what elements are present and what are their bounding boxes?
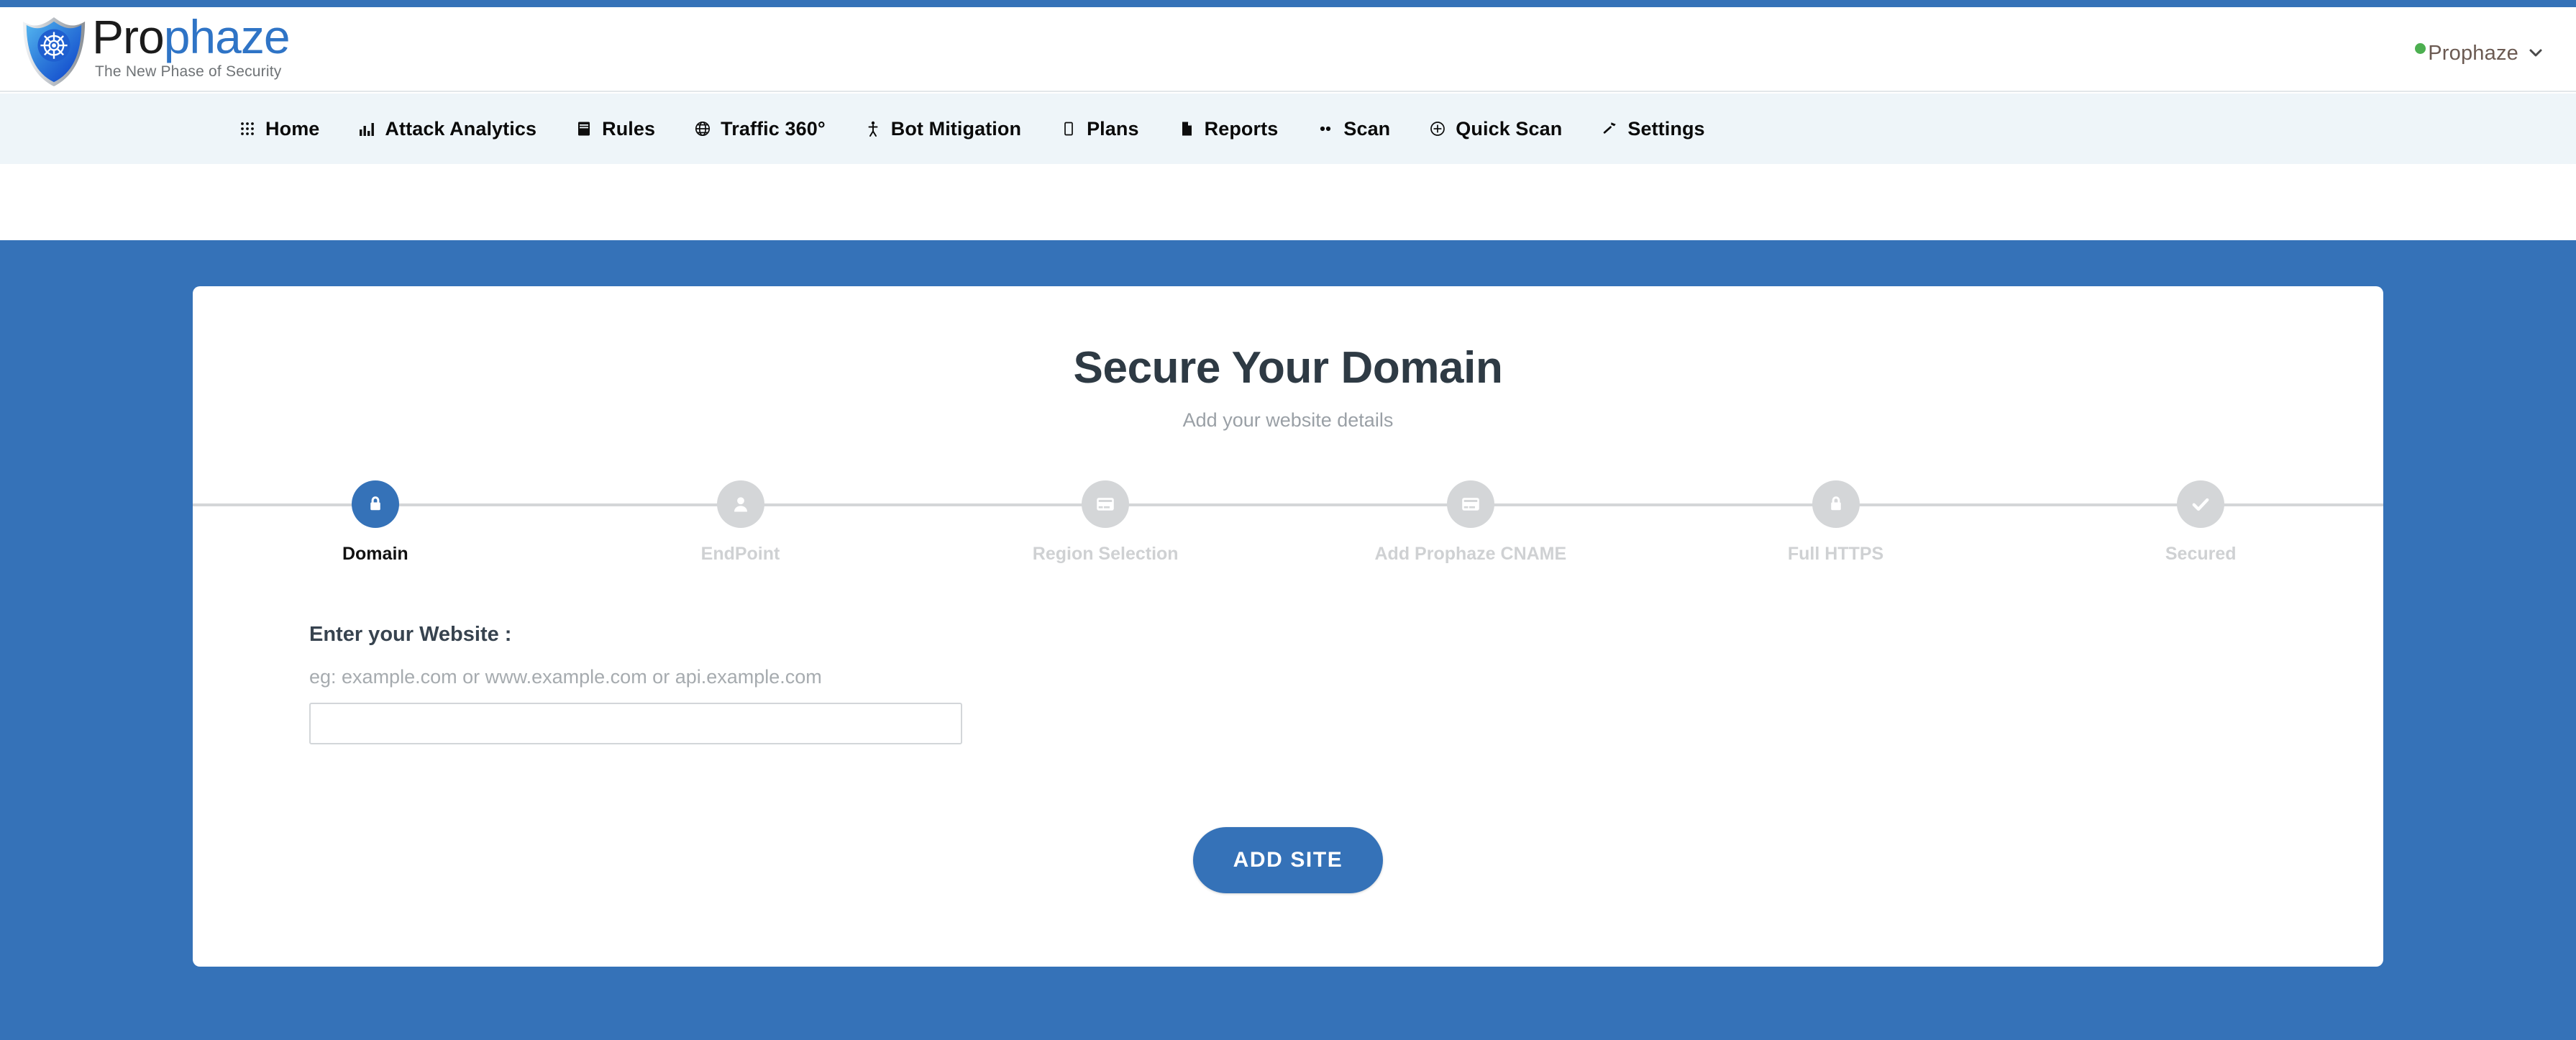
user-icon bbox=[716, 480, 764, 528]
website-field-label: Enter your Website : bbox=[309, 623, 512, 646]
chevron-down-icon bbox=[2527, 44, 2544, 64]
user-menu-label: Prophaze bbox=[2428, 42, 2518, 65]
nav-item-bot-mitigation[interactable]: Bot Mitigation bbox=[863, 118, 1021, 140]
nav-label-traffic-360: Traffic 360° bbox=[721, 117, 826, 140]
page-subtitle: Add your website details bbox=[1182, 409, 1394, 431]
nav-item-settings[interactable]: Settings bbox=[1599, 117, 1705, 140]
app-header: Prophaze The New Phase of Security Proph… bbox=[0, 7, 2576, 92]
brand-tagline: The New Phase of Security bbox=[95, 63, 282, 80]
nav-item-plans[interactable]: Plans bbox=[1059, 118, 1139, 140]
book-icon bbox=[574, 119, 594, 139]
credit-card-icon bbox=[1082, 480, 1130, 528]
top-accent-bar bbox=[0, 0, 2576, 7]
nav-label-home: Home bbox=[265, 117, 320, 140]
onboarding-stepper: Domain EndPoint Region Selection Add Pro… bbox=[193, 480, 2383, 603]
brand-wordmark-suffix: phaze bbox=[163, 10, 291, 63]
card-outline-icon bbox=[1059, 119, 1079, 139]
nav-item-rules[interactable]: Rules bbox=[574, 118, 655, 140]
lock-icon bbox=[1812, 480, 1860, 528]
secure-domain-card: Secure Your Domain Add your website deta… bbox=[193, 286, 2383, 967]
step-secured[interactable]: Secured bbox=[2018, 480, 2383, 565]
check-icon bbox=[2177, 480, 2225, 528]
online-status-dot bbox=[2415, 43, 2426, 54]
step-label-region-selection: Region Selection bbox=[1032, 544, 1179, 564]
step-label-secured: Secured bbox=[2165, 544, 2237, 564]
step-domain[interactable]: Domain bbox=[193, 480, 558, 565]
brand-wordmark: Prophaze bbox=[92, 10, 291, 63]
shield-helm-icon bbox=[19, 12, 89, 89]
step-full-https[interactable]: Full HTTPS bbox=[1653, 480, 2019, 565]
grid-icon bbox=[237, 119, 257, 139]
add-site-button[interactable]: ADD SITE bbox=[1192, 827, 1384, 893]
brand-logo[interactable]: Prophaze The New Phase of Security bbox=[19, 10, 291, 89]
nav-label-quick-scan: Quick Scan bbox=[1456, 117, 1563, 140]
website-field-hint: eg: example.com or www.example.com or ap… bbox=[309, 666, 822, 688]
step-label-domain: Domain bbox=[342, 544, 408, 564]
hammer-icon bbox=[1599, 119, 1620, 139]
nav-item-traffic-360[interactable]: Traffic 360° bbox=[693, 118, 826, 140]
nav-label-plans: Plans bbox=[1087, 117, 1139, 140]
nav-label-settings: Settings bbox=[1627, 117, 1705, 140]
main-navigation: Home Attack Analytics Rules Traffic 360°… bbox=[0, 93, 2576, 164]
document-icon bbox=[1177, 119, 1197, 139]
website-form: Enter your Website : eg: example.com or … bbox=[309, 623, 962, 744]
credit-card-icon bbox=[1446, 480, 1494, 528]
bar-chart-icon bbox=[357, 119, 377, 139]
step-label-full-https: Full HTTPS bbox=[1787, 544, 1884, 564]
brand-wordmark-prefix: Pro bbox=[92, 10, 165, 63]
step-label-endpoint: EndPoint bbox=[700, 544, 780, 564]
globe-icon bbox=[693, 119, 713, 139]
lock-icon bbox=[351, 480, 399, 528]
nav-label-reports: Reports bbox=[1204, 117, 1279, 140]
plus-circle-icon bbox=[1428, 119, 1448, 139]
nav-label-rules: Rules bbox=[602, 117, 656, 140]
nav-item-quick-scan[interactable]: Quick Scan bbox=[1428, 118, 1562, 140]
eyes-icon bbox=[1315, 119, 1335, 139]
nav-item-attack-analytics[interactable]: Attack Analytics bbox=[357, 118, 536, 140]
nav-item-home[interactable]: Home bbox=[237, 118, 319, 140]
submit-row: ADD SITE bbox=[193, 827, 2383, 893]
nav-item-scan[interactable]: Scan bbox=[1315, 118, 1390, 140]
step-label-add-prophaze-cname: Add Prophaze CNAME bbox=[1374, 544, 1567, 564]
step-endpoint[interactable]: EndPoint bbox=[558, 480, 923, 565]
nav-label-scan: Scan bbox=[1343, 117, 1391, 140]
step-add-prophaze-cname[interactable]: Add Prophaze CNAME bbox=[1288, 480, 1653, 565]
page-title: Secure Your Domain bbox=[1073, 343, 1503, 393]
person-icon bbox=[863, 119, 883, 139]
user-menu[interactable]: Prophaze bbox=[2415, 42, 2544, 65]
website-input[interactable] bbox=[309, 703, 962, 744]
nav-item-reports[interactable]: Reports bbox=[1177, 118, 1279, 140]
nav-label-attack-analytics: Attack Analytics bbox=[385, 117, 537, 140]
step-region-selection[interactable]: Region Selection bbox=[923, 480, 1288, 565]
nav-label-bot-mitigation: Bot Mitigation bbox=[890, 117, 1022, 140]
